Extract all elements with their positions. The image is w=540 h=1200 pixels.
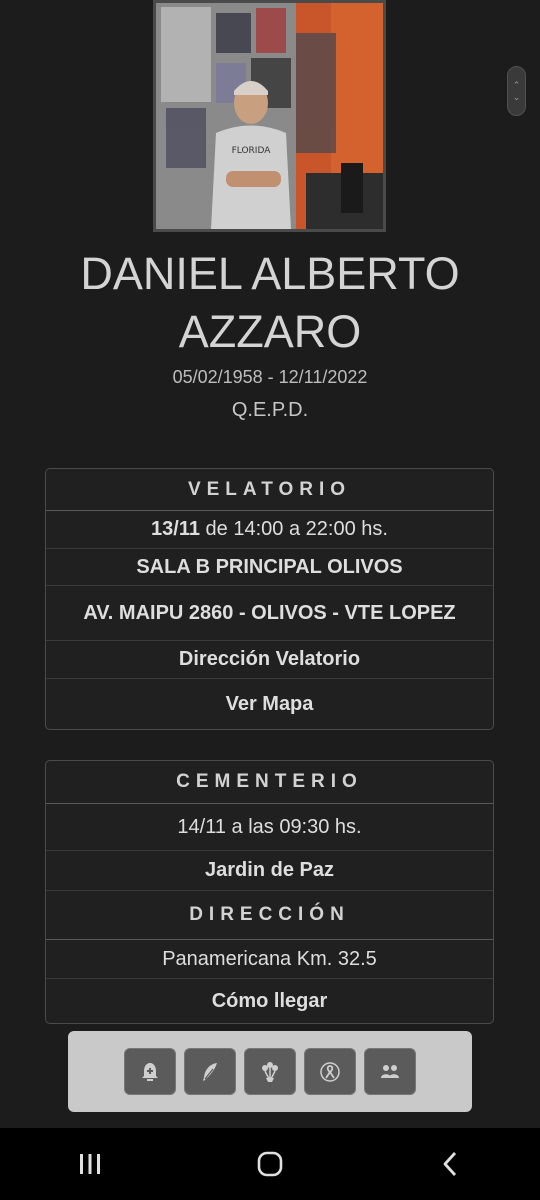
velatorio-room: SALA B PRINCIPAL OLIVOS (46, 549, 493, 586)
people-button[interactable] (364, 1048, 416, 1095)
prayer-button[interactable] (124, 1048, 176, 1095)
recent-apps-button[interactable] (60, 1134, 120, 1194)
como-llegar-link[interactable]: Cómo llegar (46, 979, 493, 1023)
velatorio-time: de 14:00 a 22:00 hs. (200, 518, 388, 540)
home-icon (257, 1151, 283, 1177)
cementerio-datetime: 14/11 a las 09:30 hs. (46, 804, 493, 851)
cementerio-title: CEMENTERIO (46, 761, 493, 804)
ver-mapa-link[interactable]: Ver Mapa (46, 679, 493, 729)
deceased-photo: FLORIDA (153, 0, 386, 232)
cementerio-address: Panamericana Km. 32.5 (46, 940, 493, 979)
people-icon (381, 1064, 399, 1078)
chevron-up-icon: ⌃ (512, 80, 521, 90)
rip-text: Q.E.P.D. (231, 399, 309, 421)
velatorio-address: AV. MAIPU 2860 - OLIVOS - VTE LOPEZ (46, 586, 493, 641)
velatorio-direction-label: Dirección Velatorio (46, 641, 493, 679)
name-line-1: DANIEL ALBERTO (80, 248, 460, 299)
ribbon-button[interactable] (304, 1048, 356, 1095)
scroll-toggle[interactable]: ⌃ ⌄ (507, 66, 526, 116)
velatorio-title: VELATORIO (46, 469, 493, 511)
flowers-icon (262, 1061, 278, 1082)
life-dates: 05/02/1958 - 12/11/2022 (172, 367, 368, 387)
back-button[interactable] (420, 1134, 480, 1194)
cementerio-place: Jardin de Paz (46, 851, 493, 891)
velatorio-datetime: 13/11 de 14:00 a 22:00 hs. (46, 511, 493, 549)
name-line-2: AZZARO (178, 306, 362, 357)
velatorio-date: 13/11 (151, 518, 200, 540)
prayer-icon (142, 1062, 158, 1081)
recents-icon (80, 1154, 100, 1174)
velatorio-card: VELATORIO 13/11 de 14:00 a 22:00 hs. SAL… (45, 468, 494, 730)
direccion-title: DIRECCIÓN (46, 891, 493, 940)
ribbon-icon (320, 1061, 340, 1082)
android-nav-bar (0, 1128, 540, 1200)
condolence-button[interactable] (184, 1048, 236, 1095)
back-icon (443, 1152, 457, 1176)
svg-text:FLORIDA: FLORIDA (232, 146, 272, 156)
feather-icon (203, 1062, 217, 1081)
action-toolbar (68, 1031, 472, 1112)
deceased-name: DANIEL ALBERTO AZZARO (0, 245, 540, 361)
cementerio-card: CEMENTERIO 14/11 a las 09:30 hs. Jardin … (45, 760, 494, 1024)
flowers-button[interactable] (244, 1048, 296, 1095)
chevron-down-icon: ⌄ (512, 92, 521, 102)
home-button[interactable] (240, 1134, 300, 1194)
